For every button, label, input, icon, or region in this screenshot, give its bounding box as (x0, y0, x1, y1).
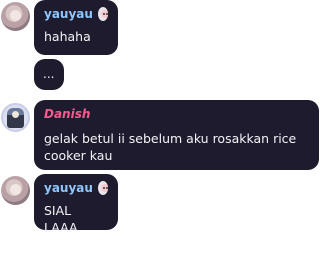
character-badge-icon (97, 7, 108, 21)
message-header: Danish (44, 106, 309, 122)
message-bubble: Danish gelak betul ii sebelum aku rosakk… (34, 100, 319, 170)
message-text: SIAL LAAA (44, 203, 78, 235)
message-header: yauyau (44, 180, 108, 196)
author-name[interactable]: Danish (44, 106, 90, 122)
author-name[interactable]: yauyau (44, 6, 93, 22)
avatar-yauyau[interactable] (1, 2, 30, 31)
typing-bubble: ... (34, 59, 64, 90)
user-avatar-icon (10, 184, 21, 195)
message-bubble: yauyau SIAL LAAA (34, 174, 118, 235)
avatar-yauyau[interactable] (1, 176, 30, 205)
avatar-danish[interactable] (1, 103, 30, 132)
message-header: yauyau (44, 6, 108, 22)
author-name[interactable]: yauyau (44, 180, 93, 196)
character-badge-icon (97, 181, 108, 195)
message-bubble: yauyau hahaha (34, 0, 118, 55)
message-text: gelak betul ii sebelum aku rosakkan rice… (44, 131, 297, 163)
message-text: hahaha (44, 29, 91, 44)
typing-indicator: ... (43, 67, 55, 81)
user-avatar-icon (10, 10, 21, 21)
